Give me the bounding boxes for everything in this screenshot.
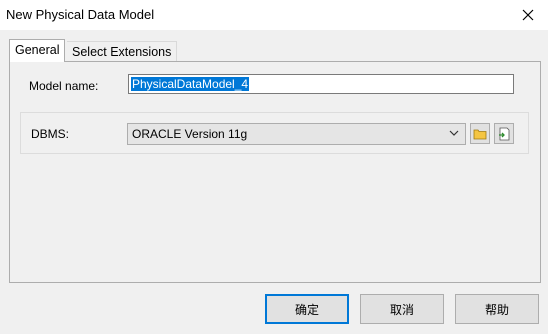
- chevron-down-icon: [449, 130, 459, 136]
- window-title: New Physical Data Model: [6, 7, 155, 22]
- tab-select-extensions-label: Select Extensions: [72, 45, 172, 59]
- general-tab-panel: [9, 61, 541, 283]
- help-button[interactable]: 帮助: [455, 294, 539, 324]
- dbms-value: ORACLE Version 11g: [132, 127, 248, 141]
- tab-general-label: General: [15, 43, 60, 57]
- help-button-label: 帮助: [484, 302, 509, 317]
- model-name-input[interactable]: PhysicalDataModel_4: [128, 74, 514, 94]
- model-name-label: Model name:: [29, 79, 99, 93]
- cancel-button-label: 取消: [389, 302, 414, 317]
- dbms-label: DBMS:: [31, 127, 70, 141]
- folder-icon: [473, 129, 487, 139]
- title-bar: New Physical Data Model: [0, 0, 548, 30]
- cancel-button[interactable]: 取消: [360, 294, 444, 324]
- dbms-select[interactable]: ORACLE Version 11g: [127, 123, 466, 145]
- tab-general[interactable]: General: [9, 39, 66, 62]
- ok-button-label: 确定: [294, 302, 319, 317]
- close-button[interactable]: [508, 0, 548, 30]
- tab-select-extensions[interactable]: Select Extensions: [67, 41, 178, 63]
- ok-button[interactable]: 确定: [265, 294, 349, 324]
- dbms-properties-button[interactable]: [494, 123, 514, 144]
- document-arrow-icon: [499, 127, 510, 140]
- model-name-value: PhysicalDataModel_4: [131, 77, 250, 91]
- browse-dbms-button[interactable]: [470, 123, 490, 144]
- close-icon: [522, 9, 534, 21]
